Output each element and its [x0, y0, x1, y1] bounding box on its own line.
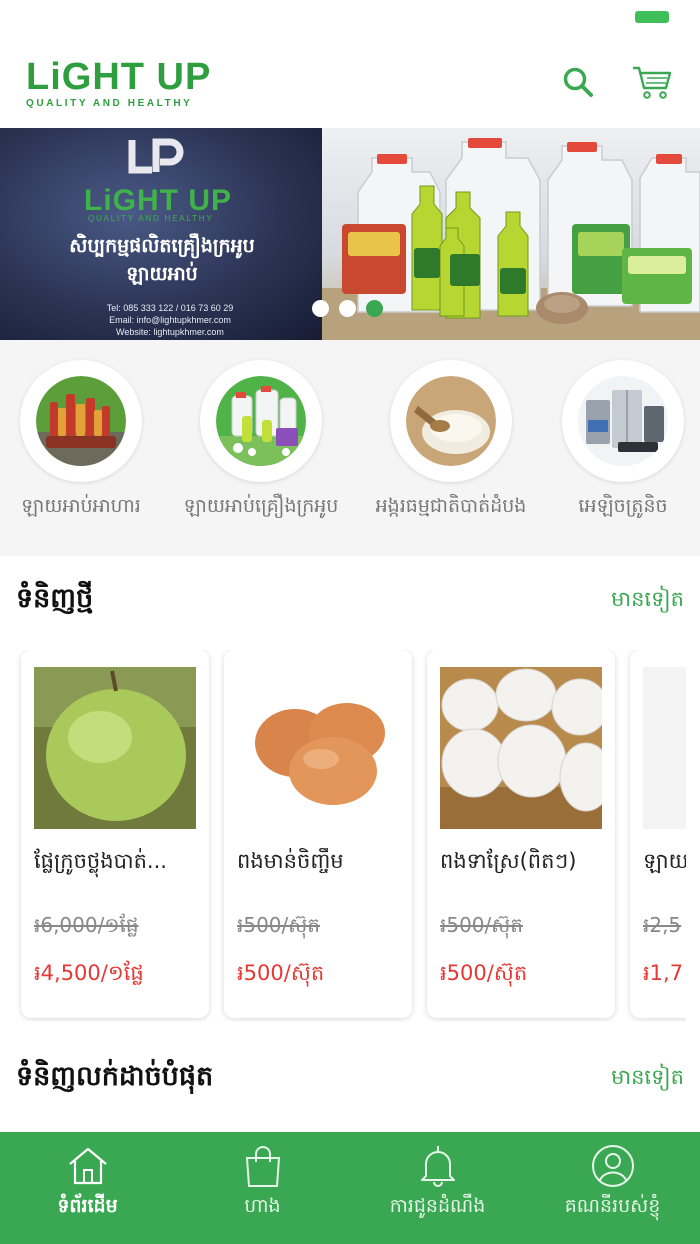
banner-dot-3[interactable]: [366, 300, 383, 317]
product-card[interactable]: ឡាយ ៛2,5 ៛1,7: [630, 650, 686, 1018]
category-cleaning[interactable]: ឡាយអាប់គ្រឿងក្រអូប: [166, 360, 356, 530]
home-icon: [68, 1147, 107, 1185]
product-old-price: ៛2,5: [643, 913, 682, 937]
rice-image: [406, 376, 496, 466]
best-sellers-title: ទំនិញលក់ដាច់បំផុត: [16, 1061, 214, 1092]
partial-product-image: [643, 667, 686, 829]
banner-brand-panel: LiGHT UP QUALITY AND HEALTHY សិប្បកម្មផល…: [0, 128, 322, 340]
product-price: ៛4,500/១ផ្លែ: [34, 961, 144, 985]
banner-website: Website: lightupkhmer.com: [116, 327, 224, 337]
bell-icon: [420, 1146, 455, 1187]
category-cleaning-circle: [200, 360, 322, 482]
category-label: អង្ករធម្មជាតិបាត់ដំបង: [375, 495, 527, 517]
logo-tagline: QUALITY AND HEALTHY: [26, 98, 193, 109]
banner-brand-sub: QUALITY AND HEALTHY: [88, 214, 214, 223]
nav-label: គណនីរបស់ខ្ញុំ: [564, 1195, 661, 1217]
nav-shop[interactable]: ហាង: [175, 1132, 350, 1244]
category-label: អេឡិចត្រូនិច: [578, 495, 668, 517]
product-card[interactable]: ពងមាន់ចិញ្ចឹម ៛500/ស៊ុត ៛500/ស៊ុត: [224, 650, 412, 1018]
product-card[interactable]: ផ្លែក្រូចថ្លុងបាត់... ៛6,000/១ផ្លែ ៛4,50…: [21, 650, 209, 1018]
nav-account[interactable]: គណនីរបស់ខ្ញុំ: [525, 1132, 700, 1244]
nav-notifications[interactable]: ការជូនដំណឹង: [350, 1132, 525, 1244]
cleaning-products-image: [216, 376, 306, 466]
category-electronics[interactable]: អេឡិចត្រូនិច: [528, 360, 700, 530]
product-old-price: ៛6,000/១ផ្លែ: [34, 913, 139, 937]
banner-tagline: សិប្បកម្មផលិតគ្រឿងក្រអូប ឡាយអាប់: [52, 232, 272, 288]
battery-icon: [635, 11, 669, 23]
category-electronics-circle: [562, 360, 684, 482]
banner-tagline-line1: សិប្បកម្មផលិតគ្រឿងក្រអូប: [69, 235, 255, 257]
product-price: ៛1,7: [643, 961, 684, 985]
category-rice-circle: [390, 360, 512, 482]
banner-dot-1[interactable]: [312, 300, 329, 317]
pomelo-image: [34, 667, 196, 829]
banner-tagline-line2: ឡាយអាប់: [126, 263, 198, 285]
nav-home[interactable]: ទំព័រដើម: [0, 1132, 175, 1244]
product-card[interactable]: ពងទាស្រែ(ពិតៗ) ៛500/ស៊ុត ៛500/ស៊ុត: [427, 650, 615, 1018]
nav-label: ហាង: [244, 1195, 281, 1217]
category-rice[interactable]: អង្ករធម្មជាតិបាត់ដំបង: [356, 360, 546, 530]
electronics-image: [578, 376, 668, 466]
app-header: LiGHT UP QUALITY AND HEALTHY: [0, 40, 700, 128]
new-products-title: ទំនិញថ្មី: [16, 583, 94, 614]
promo-banner[interactable]: LiGHT UP QUALITY AND HEALTHY សិប្បកម្មផល…: [0, 128, 700, 340]
product-name: ឡាយ: [643, 849, 686, 873]
banner-contact: Tel: 085 333 122 / 016 73 60 29 Email: i…: [70, 302, 270, 338]
logo-word-1: LiGHT: [26, 56, 145, 98]
product-old-price: ៛500/ស៊ុត: [440, 913, 523, 937]
nav-label: ការជូនដំណឹង: [389, 1195, 486, 1217]
banner-pagination[interactable]: [312, 300, 383, 317]
category-food-circle: [20, 360, 142, 482]
user-icon: [591, 1145, 634, 1187]
category-strip: ឡាយអាប់អាហារ ឡាយអាប់គ្រឿងក្រអូប អង្ករធម្…: [0, 340, 700, 556]
status-bar: [0, 0, 700, 40]
bottom-navigation: ទំព័រដើម ហាង ការជូនដំណឹង គណនីរបស់ខ្ញុំ: [0, 1132, 700, 1244]
product-old-price: ៛500/ស៊ុត: [237, 913, 320, 937]
new-products-header: ទំនិញថ្មី មានទៀត: [0, 574, 700, 624]
product-price: ៛500/ស៊ុត: [440, 961, 528, 985]
category-label: ឡាយអាប់អាហារ: [21, 495, 141, 517]
shopping-bag-icon: [245, 1146, 280, 1187]
product-name: ពងទាស្រែ(ពិតៗ): [440, 849, 577, 873]
logo-word-2: UP: [156, 56, 212, 98]
lp-monogram-icon: [128, 138, 184, 174]
banner-email: Email: info@lightupkhmer.com: [109, 315, 231, 325]
cart-button[interactable]: [628, 60, 676, 104]
search-icon: [563, 67, 593, 97]
product-name: ផ្លែក្រូចថ្លុងបាត់...: [34, 849, 167, 873]
search-button[interactable]: [554, 60, 602, 104]
duck-eggs-image: [440, 667, 602, 829]
best-sellers-header: ទំនិញលក់ដាច់បំផុត មានទៀត: [0, 1052, 700, 1102]
new-products-carousel[interactable]: ផ្លែក្រូចថ្លុងបាត់... ៛6,000/១ផ្លែ ៛4,50…: [0, 650, 686, 1022]
product-name: ពងមាន់ចិញ្ចឹម: [237, 849, 344, 873]
food-products-image: [36, 376, 126, 466]
product-price: ៛500/ស៊ុត: [237, 961, 325, 985]
best-sellers-more-link[interactable]: មានទៀត: [611, 1064, 684, 1095]
category-label: ឡាយអាប់គ្រឿងក្រអូប: [183, 495, 339, 517]
logo-wordmark: LiGHT UP: [26, 58, 211, 96]
nav-label: ទំព័រដើម: [57, 1195, 118, 1217]
banner-tel: Tel: 085 333 122 / 016 73 60 29: [106, 303, 234, 313]
brand-logo[interactable]: LiGHT UP QUALITY AND HEALTHY: [26, 58, 211, 109]
banner-dot-2[interactable]: [339, 300, 356, 317]
cart-icon: [633, 66, 672, 99]
chicken-eggs-image: [237, 667, 399, 829]
new-products-more-link[interactable]: មានទៀត: [611, 586, 684, 617]
banner-brand: LiGHT UP: [84, 184, 232, 217]
category-food[interactable]: ឡាយអាប់អាហារ: [0, 360, 176, 530]
home-screen: LiGHT UP QUALITY AND HEALTHY LiGHT UP QU…: [0, 0, 700, 1244]
